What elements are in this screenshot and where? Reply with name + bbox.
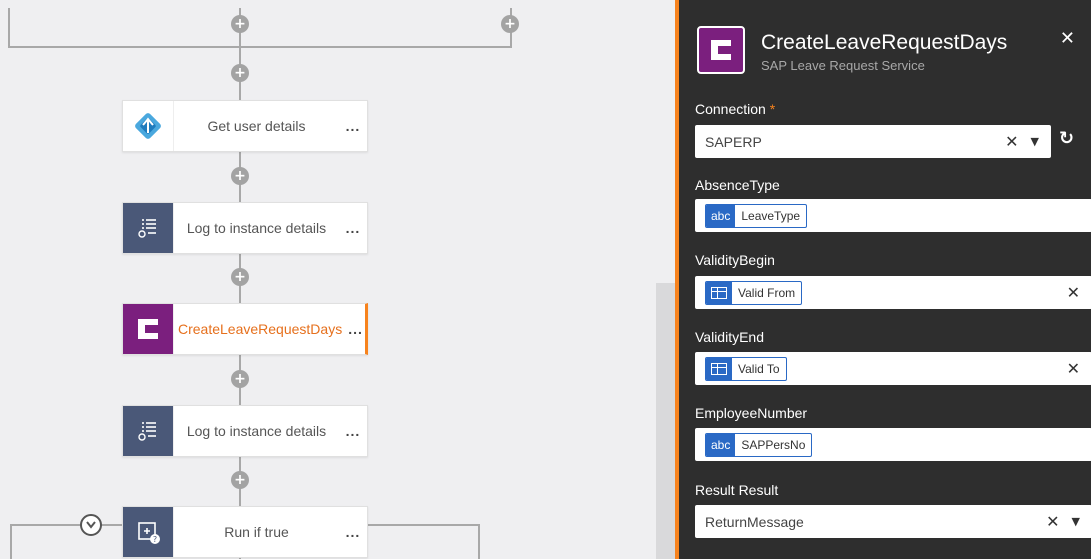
step-run-if-true[interactable]: ? Run if true ... [122,506,368,558]
connection-value: SAPERP [705,133,762,150]
step-get-user-details[interactable]: Get user details ... [122,100,368,152]
validity-end-label: ValidityEnd [695,329,765,345]
validity-end-field[interactable]: Valid To ✕ [695,352,1091,385]
employee-number-label: EmployeeNumber [695,405,808,421]
step-more-button[interactable]: ... [339,203,367,253]
variable-tag[interactable]: Valid To [705,356,787,381]
canvas-scrollbar[interactable] [656,283,675,559]
absence-type-label: AbsenceType [695,177,780,193]
clear-icon[interactable]: ✕ [1067,283,1080,302]
add-step-button[interactable]: + [231,167,249,185]
step-more-button[interactable]: ... [339,101,367,151]
step-more-button[interactable]: ... [339,507,367,557]
date-type-icon [706,281,732,304]
step-label: CreateLeaveRequestDays [173,304,346,354]
validity-begin-field[interactable]: Valid From ✕ [695,276,1091,309]
tag-value: LeaveType [741,208,801,223]
tag-type-label: abc [706,433,736,456]
add-step-button[interactable]: + [231,64,249,82]
variable-tag[interactable]: abc LeaveType [705,203,808,228]
employee-number-field[interactable]: abc SAPPersNo [695,428,1091,461]
step-more-button[interactable]: ... [339,406,367,456]
panel-subtitle: SAP Leave Request Service [761,58,925,73]
variable-tag[interactable]: abc SAPPersNo [705,432,813,457]
step-log-instance-details[interactable]: Log to instance details ... [122,405,368,457]
workflow-canvas[interactable]: + + + + + + + Get user details ... Log t… [0,0,675,559]
add-step-button[interactable]: + [501,15,519,33]
run-if-icon: ? [123,507,173,557]
add-step-button[interactable]: + [231,471,249,489]
connection-label: Connection * [695,101,775,117]
step-label: Run if true [173,507,339,557]
close-icon[interactable]: ✕ [1060,28,1075,49]
user-lookup-icon [123,101,173,151]
add-step-button[interactable]: + [231,15,249,33]
add-step-button[interactable]: + [231,268,249,286]
result-label: Result Result [695,482,779,498]
validity-begin-label: ValidityBegin [695,252,775,268]
step-create-leave-request-days[interactable]: CreateLeaveRequestDays ... [122,303,368,355]
sap-connector-icon [697,26,745,74]
step-more-button[interactable]: ... [346,304,365,354]
dropdown-arrow-icon[interactable]: ▼ [1072,515,1080,528]
step-label: Get user details [173,101,339,151]
connection-label-text: Connection [695,101,766,117]
date-type-icon [706,357,732,380]
action-config-panel: CreateLeaveRequestDays SAP Leave Request… [675,0,1091,559]
tag-type-label: abc [706,204,736,227]
step-label: Log to instance details [173,203,339,253]
clear-icon[interactable]: ✕ [1046,512,1059,531]
chevron-down-icon [86,521,96,529]
result-value: ReturnMessage [705,513,804,530]
dropdown-arrow-icon[interactable]: ▼ [1031,135,1039,148]
clear-icon[interactable]: ✕ [1067,359,1080,378]
refresh-icon[interactable]: ↻ [1059,128,1074,149]
result-select[interactable]: ReturnMessage ✕ ▼ [695,505,1091,538]
branch-line [8,8,10,48]
panel-title: CreateLeaveRequestDays [761,31,1008,54]
clear-icon[interactable]: ✕ [1005,132,1018,151]
log-icon [123,406,173,456]
variable-tag[interactable]: Valid From [705,280,803,305]
panel-header: CreateLeaveRequestDays SAP Leave Request… [679,0,1091,93]
branch-line [8,46,511,48]
absence-type-field[interactable]: abc LeaveType [695,199,1091,232]
step-label: Log to instance details [173,406,339,456]
tag-value: Valid From [738,285,796,300]
sap-connector-icon [123,304,173,354]
connection-select[interactable]: SAPERP ✕ ▼ [695,125,1051,158]
tag-value: Valid To [738,361,780,376]
branch-line [10,524,12,559]
svg-text:?: ? [153,535,157,544]
branch-line [478,524,480,559]
required-marker: * [769,101,776,117]
add-step-button[interactable]: + [231,370,249,388]
step-log-instance-details[interactable]: Log to instance details ... [122,202,368,254]
tag-value: SAPPersNo [741,437,806,452]
collapse-branch-button[interactable] [80,514,102,536]
log-icon [123,203,173,253]
